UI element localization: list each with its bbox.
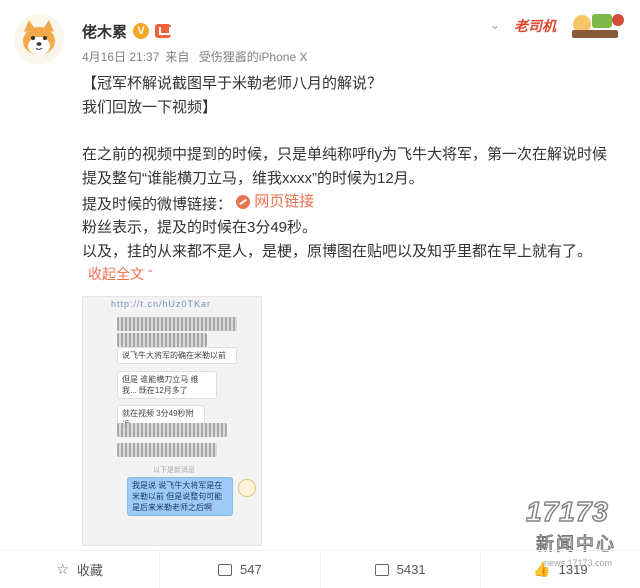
chat-reply-bubble: 我是说 说飞牛大将军是在米勒以前 但是说整句可能是后来米勒老师之后啊 [127, 477, 233, 516]
comment-icon [374, 563, 389, 576]
like-count: 1319 [558, 562, 588, 577]
collapse-row: 收起全文 ⌃ [82, 263, 622, 287]
post-action-bar: ☆ 收藏 547 5431 👍 1319 [0, 550, 640, 588]
weibo-post: 佬木累 V 4月16日 21:37 来自 受伤狸酱的iPhone X ⌄ 老司机 … [0, 0, 640, 588]
post-line-6: 粉丝表示，提及的时候在3分49秒。 [82, 219, 318, 237]
link-prefix: 提及时候的微博链接： [82, 195, 233, 213]
user-name[interactable]: 佬木累 [82, 21, 127, 42]
post-source-prefix: 来自 [165, 50, 190, 64]
chevron-up-icon: ⌃ [146, 269, 155, 281]
collapse-label: 收起全文 [88, 266, 144, 283]
post-line-2: 我们回放一下视频】 [82, 98, 218, 116]
favorite-label: 收藏 [76, 563, 103, 578]
share-button[interactable]: 547 [160, 551, 321, 588]
old-driver-badge: 老司机 [510, 6, 630, 44]
user-name-row: 佬木累 V [82, 20, 172, 42]
old-driver-badge-text: 老司机 [514, 18, 556, 34]
vip-member-icon[interactable] [155, 24, 172, 38]
screenshot-url: http://t.cn/hUz0TKar [111, 299, 212, 309]
post-line-7: 以及，挂的从来都不是人，是梗，原博图在贴吧以及知乎里都在早上就有了。 [82, 242, 593, 260]
chevron-down-icon[interactable]: ⌄ [490, 18, 500, 32]
favorite-button[interactable]: ☆ 收藏 [0, 551, 161, 588]
post-content: 【冠军杯解说截图早于米勒老师八月的解说？ 我们回放一下视频】 在之前的视频中提到… [82, 72, 622, 287]
share-count: 547 [240, 562, 262, 577]
post-line-3: 在之前的视频中提到的时候，只是单纯称呼fly为飞牛大将军，第一次在解说时候 [82, 146, 608, 163]
blurred-text [117, 443, 217, 457]
watermark-logo: 17173 [525, 495, 609, 528]
post-device[interactable]: 受伤狸酱的iPhone X [199, 50, 308, 64]
blurred-text [117, 423, 227, 437]
star-icon: ☆ [56, 561, 69, 577]
chat-bubble-1: 说飞牛大将军的确在米勒以前 [117, 347, 237, 364]
comment-count: 5431 [396, 562, 426, 577]
post-line-5: 提及时候的微博链接： 网页链接 [82, 190, 622, 216]
embedded-screenshot[interactable]: http://t.cn/hUz0TKar 说飞牛大将军的确在米勒以前 但是 谁能… [82, 296, 262, 546]
post-line-1: 【冠军杯解说截图早于米勒老师八月的解说？ [82, 75, 383, 92]
post-meta: 4月16日 21:37 来自 受伤狸酱的iPhone X [82, 48, 313, 65]
share-icon [218, 563, 233, 576]
like-button[interactable]: 👍 1319 [481, 551, 640, 588]
screenshot-avatar [238, 479, 256, 497]
post-timestamp[interactable]: 4月16日 21:37 [82, 50, 159, 64]
blurred-text [117, 333, 207, 347]
thumbs-up-icon: 👍 [533, 561, 551, 577]
blurred-text [117, 317, 237, 331]
verified-v-icon: V [133, 23, 150, 39]
user-avatar[interactable] [14, 14, 64, 64]
collapse-full-text-button[interactable]: 收起全文 ⌃ [88, 263, 154, 287]
web-link-label: 网页链接 [254, 193, 315, 210]
shiba-dog-icon [14, 14, 64, 64]
chat-bubble-2: 但是 谁能横刀立马 维我... 既在12月多了 [117, 371, 217, 399]
web-link[interactable]: 网页链接 [236, 190, 314, 214]
comment-button[interactable]: 5431 [321, 551, 481, 588]
screenshot-divider: 以下是新消息 [153, 467, 195, 474]
post-line-4: 提及整句“谁能横刀立马，维我xxxx”的时候为12月。 [82, 169, 424, 187]
link-icon [236, 194, 251, 209]
